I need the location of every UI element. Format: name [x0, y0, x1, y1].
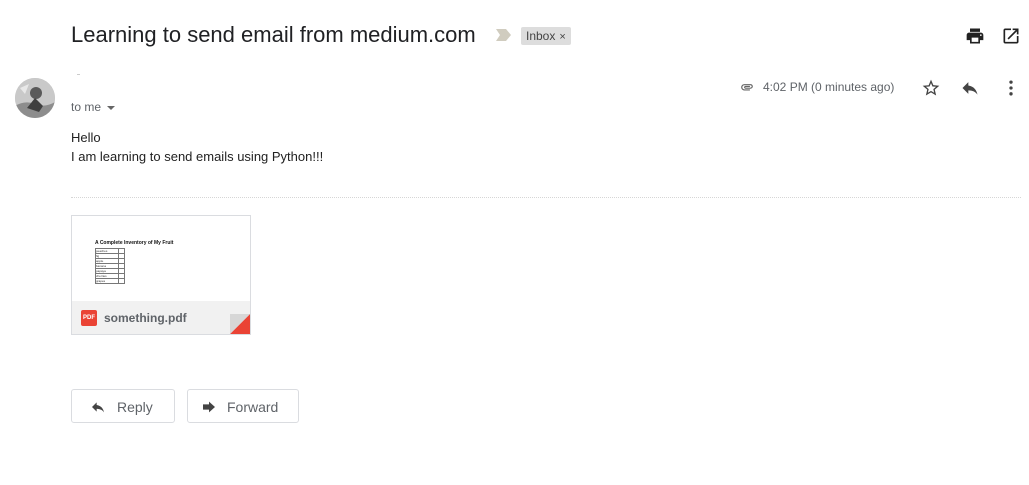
inbox-label-chip: Inbox × [521, 27, 571, 45]
attachment-preview: A Complete Inventory of My Fruit peaches… [72, 216, 250, 301]
attachment-footer: PDF something.pdf [72, 301, 250, 334]
paperclip-icon [741, 84, 753, 91]
forward-button-label: Forward [227, 399, 279, 415]
reply-button[interactable]: Reply [71, 389, 175, 423]
sender-name-placeholder [77, 74, 80, 75]
avatar-photo [15, 78, 55, 118]
forward-icon [203, 401, 215, 413]
print-icon[interactable] [965, 26, 985, 46]
reply-icon[interactable] [960, 78, 980, 98]
page-fold-corner-icon [230, 314, 250, 334]
preview-cell: grapes [95, 278, 119, 284]
recipient-text: to me [71, 100, 102, 114]
preview-title: A Complete Inventory of My Fruit [95, 240, 174, 246]
body-line: Hello [71, 130, 101, 145]
message-timestamp: 4:02 PM (0 minutes ago) [763, 80, 895, 94]
sender-avatar[interactable] [15, 78, 55, 118]
importance-marker-icon[interactable] [495, 28, 512, 42]
email-subject: Learning to send email from medium.com [71, 22, 476, 47]
preview-table: peaches fig apple banana papaya cherries… [95, 248, 125, 284]
reply-icon [92, 402, 104, 413]
more-vertical-icon[interactable] [1001, 78, 1021, 98]
attachment-divider [71, 197, 1021, 198]
reply-button-label: Reply [117, 399, 153, 415]
star-icon[interactable] [921, 78, 941, 98]
recipient-details-toggle[interactable]: to me [71, 100, 116, 114]
remove-label-button[interactable]: × [559, 31, 565, 43]
inbox-label-text: Inbox [526, 29, 556, 43]
message-body: Hello I am learning to send emails using… [71, 128, 323, 166]
body-line: I am learning to send emails using Pytho… [71, 149, 324, 164]
attachment-card[interactable]: A Complete Inventory of My Fruit peaches… [71, 215, 251, 335]
open-in-new-window-icon[interactable] [1001, 26, 1021, 46]
pdf-file-icon: PDF [81, 310, 97, 326]
attachment-file-name: something.pdf [104, 311, 187, 325]
chevron-down-icon [107, 105, 116, 110]
forward-button[interactable]: Forward [187, 389, 299, 423]
